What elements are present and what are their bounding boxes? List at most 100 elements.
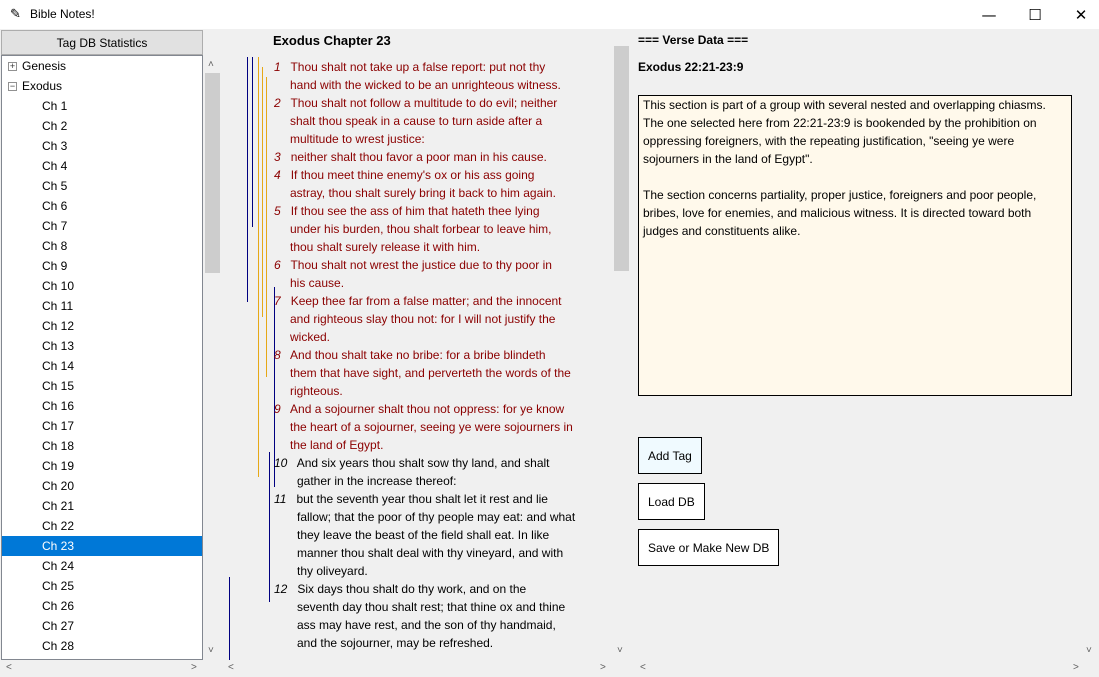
verse-line[interactable]: the heart of a sojourner, seeing ye were… xyxy=(290,418,573,436)
scroll-left-icon[interactable]: < xyxy=(640,662,646,673)
verse-line[interactable]: they leave the beast of the field shall … xyxy=(297,526,549,544)
verse-vertical-scrollbar[interactable]: ˅ xyxy=(613,29,630,661)
tag-range-line[interactable] xyxy=(258,57,259,477)
tree-chapter-item[interactable]: Ch 15 xyxy=(2,376,202,396)
verse-line[interactable]: astray, thou shalt surely bring it back … xyxy=(290,184,556,202)
tree-chapter-item[interactable]: Ch 12 xyxy=(2,316,202,336)
verse-horizontal-scrollbar[interactable]: < > xyxy=(222,660,613,677)
verse-line[interactable]: fallow; that the poor of thy people may … xyxy=(297,508,575,526)
tree-chapter-item[interactable]: Ch 24 xyxy=(2,556,202,576)
verse-line[interactable]: gather in the increase thereof: xyxy=(297,472,456,490)
expand-icon[interactable]: + xyxy=(8,62,17,71)
tag-range-line[interactable] xyxy=(262,67,263,317)
verse-line[interactable]: ass may have rest, and the son of thy ha… xyxy=(297,616,556,634)
tree-chapter-item[interactable]: Ch 19 xyxy=(2,456,202,476)
verse-line[interactable]: thy oliveyard. xyxy=(297,562,368,580)
tag-range-line[interactable] xyxy=(266,77,267,377)
verse-line[interactable]: 10 And six years thou shalt sow thy land… xyxy=(274,454,550,472)
verse-line[interactable]: 4 If thou meet thine enemy's ox or his a… xyxy=(274,166,534,184)
verse-line[interactable]: 3 neither shalt thou favor a poor man in… xyxy=(274,148,547,166)
tree-chapter-label: Ch 23 xyxy=(42,539,75,553)
scrollbar-thumb[interactable] xyxy=(614,46,629,271)
tree-chapter-item[interactable]: Ch 26 xyxy=(2,596,202,616)
verse-line[interactable]: hand with the wicked to be an unrighteou… xyxy=(290,76,561,94)
tree-chapter-item[interactable]: Ch 13 xyxy=(2,336,202,356)
scroll-right-icon[interactable]: > xyxy=(191,662,197,673)
verse-line[interactable]: 6 Thou shalt not wrest the justice due t… xyxy=(274,256,552,274)
add-tag-button[interactable]: Add Tag xyxy=(638,437,702,474)
tree-chapter-item[interactable]: Ch 7 xyxy=(2,216,202,236)
verse-line[interactable]: the land of Egypt. xyxy=(290,436,383,454)
verse-line[interactable]: them that have sight, and perverteth the… xyxy=(290,364,571,382)
tree-vertical-scrollbar[interactable]: ˄ ˅ xyxy=(204,57,221,661)
tag-range-line[interactable] xyxy=(252,57,253,227)
verse-line[interactable]: and righteous slay thou not: for I will … xyxy=(290,310,555,328)
minimize-button[interactable]: — xyxy=(966,0,1012,29)
verse-data-horizontal-scrollbar[interactable]: < > xyxy=(630,660,1099,677)
tree-book-genesis[interactable]: + Genesis xyxy=(2,56,202,76)
tag-db-statistics-button[interactable]: Tag DB Statistics xyxy=(1,30,203,55)
notes-textarea[interactable]: This section is part of a group with sev… xyxy=(638,95,1072,396)
verse-line[interactable]: 2 Thou shalt not follow a multitude to d… xyxy=(274,94,557,112)
tree-chapter-item[interactable]: Ch 4 xyxy=(2,156,202,176)
verse-data-vertical-scrollbar[interactable]: ˅ xyxy=(1082,29,1099,661)
verse-line[interactable]: 5 If thou see the ass of him that hateth… xyxy=(274,202,540,220)
tree-chapter-item[interactable]: Ch 21 xyxy=(2,496,202,516)
scroll-right-icon[interactable]: > xyxy=(1073,662,1079,673)
tree-chapter-item[interactable]: Ch 2 xyxy=(2,116,202,136)
book-tree[interactable]: + Genesis − Exodus Ch 1 Ch 2 Ch 3 Ch 4 Ch 5 Ch 6C… xyxy=(1,55,203,660)
tree-chapter-item[interactable]: Ch 14 xyxy=(2,356,202,376)
maximize-button[interactable]: ☐ xyxy=(1012,0,1058,29)
verse-line[interactable]: wicked. xyxy=(290,328,330,346)
verse-line[interactable]: multitude to wrest justice: xyxy=(290,130,425,148)
tree-book-exodus[interactable]: − Exodus xyxy=(2,76,202,96)
scroll-right-icon[interactable]: > xyxy=(600,662,606,673)
tree-chapter-item[interactable]: Ch 28 xyxy=(2,636,202,656)
verse-line[interactable]: 9 And a sojourner shalt thou not oppress… xyxy=(274,400,564,418)
tree-chapter-item[interactable]: Ch 9 xyxy=(2,256,202,276)
feather-icon: ✎ xyxy=(10,6,21,21)
tree-chapter-item[interactable]: Ch 23 xyxy=(2,536,202,556)
tree-chapter-item[interactable]: Ch 5 xyxy=(2,176,202,196)
collapse-icon[interactable]: − xyxy=(8,82,17,91)
verse-line[interactable]: shalt thou speak in a cause to turn asid… xyxy=(290,112,542,130)
tree-chapter-item[interactable]: Ch 1 xyxy=(2,96,202,116)
verse-line[interactable]: 12 Six days thou shalt do thy work, and … xyxy=(274,580,526,598)
tree-chapter-item[interactable]: Ch 18 xyxy=(2,436,202,456)
tree-chapter-item[interactable]: Ch 25 xyxy=(2,576,202,596)
scroll-left-icon[interactable]: < xyxy=(228,662,234,673)
verse-line[interactable]: 11 but the seventh year thou shalt let i… xyxy=(274,490,548,508)
tree-chapter-item[interactable]: Ch 6 xyxy=(2,196,202,216)
tree-chapter-item[interactable]: Ch 16 xyxy=(2,396,202,416)
tree-chapter-item[interactable]: Ch 3 xyxy=(2,136,202,156)
tree-chapter-item[interactable]: Ch 27 xyxy=(2,616,202,636)
scroll-down-icon[interactable]: ˅ xyxy=(617,645,623,656)
verse-line[interactable]: seventh day thou shalt rest; that thine … xyxy=(297,598,565,616)
verse-line[interactable]: 8 And thou shalt take no bribe: for a br… xyxy=(274,346,546,364)
close-button[interactable]: ✕ xyxy=(1058,0,1099,29)
scroll-left-icon[interactable]: < xyxy=(6,662,12,673)
verse-line[interactable]: his cause. xyxy=(290,274,344,292)
tag-range-line[interactable] xyxy=(269,452,270,602)
tree-chapter-item[interactable]: Ch 17 xyxy=(2,416,202,436)
scroll-down-icon[interactable]: ˅ xyxy=(208,645,214,656)
tree-chapter-item[interactable]: Ch 8 xyxy=(2,236,202,256)
scroll-down-icon[interactable]: ˅ xyxy=(1086,645,1092,656)
scroll-up-icon[interactable]: ˄ xyxy=(208,59,214,70)
tag-range-line[interactable] xyxy=(247,57,248,302)
save-db-button[interactable]: Save or Make New DB xyxy=(638,529,780,566)
tree-chapter-item[interactable]: Ch 20 xyxy=(2,476,202,496)
verse-line[interactable]: and the sojourner, may be refreshed. xyxy=(297,634,493,652)
load-db-button[interactable]: Load DB xyxy=(638,483,705,520)
tree-chapter-item[interactable]: Ch 11 xyxy=(2,296,202,316)
verse-line[interactable]: thou shalt surely release it with him. xyxy=(290,238,480,256)
verse-line[interactable]: manner thou shalt deal with thy vineyard… xyxy=(297,544,563,562)
tree-chapter-item[interactable]: Ch 22 xyxy=(2,516,202,536)
scrollbar-thumb[interactable] xyxy=(205,73,220,273)
tree-horizontal-scrollbar[interactable]: < > xyxy=(1,660,203,677)
verse-line[interactable]: 1 Thou shalt not take up a false report:… xyxy=(274,58,545,76)
verse-line[interactable]: righteous. xyxy=(290,382,343,400)
tree-chapter-item[interactable]: Ch 10 xyxy=(2,276,202,296)
verse-line[interactable]: 7 Keep thee far from a false matter; and… xyxy=(274,292,562,310)
verse-line[interactable]: under his burden, thou shalt forbear to … xyxy=(290,220,552,238)
